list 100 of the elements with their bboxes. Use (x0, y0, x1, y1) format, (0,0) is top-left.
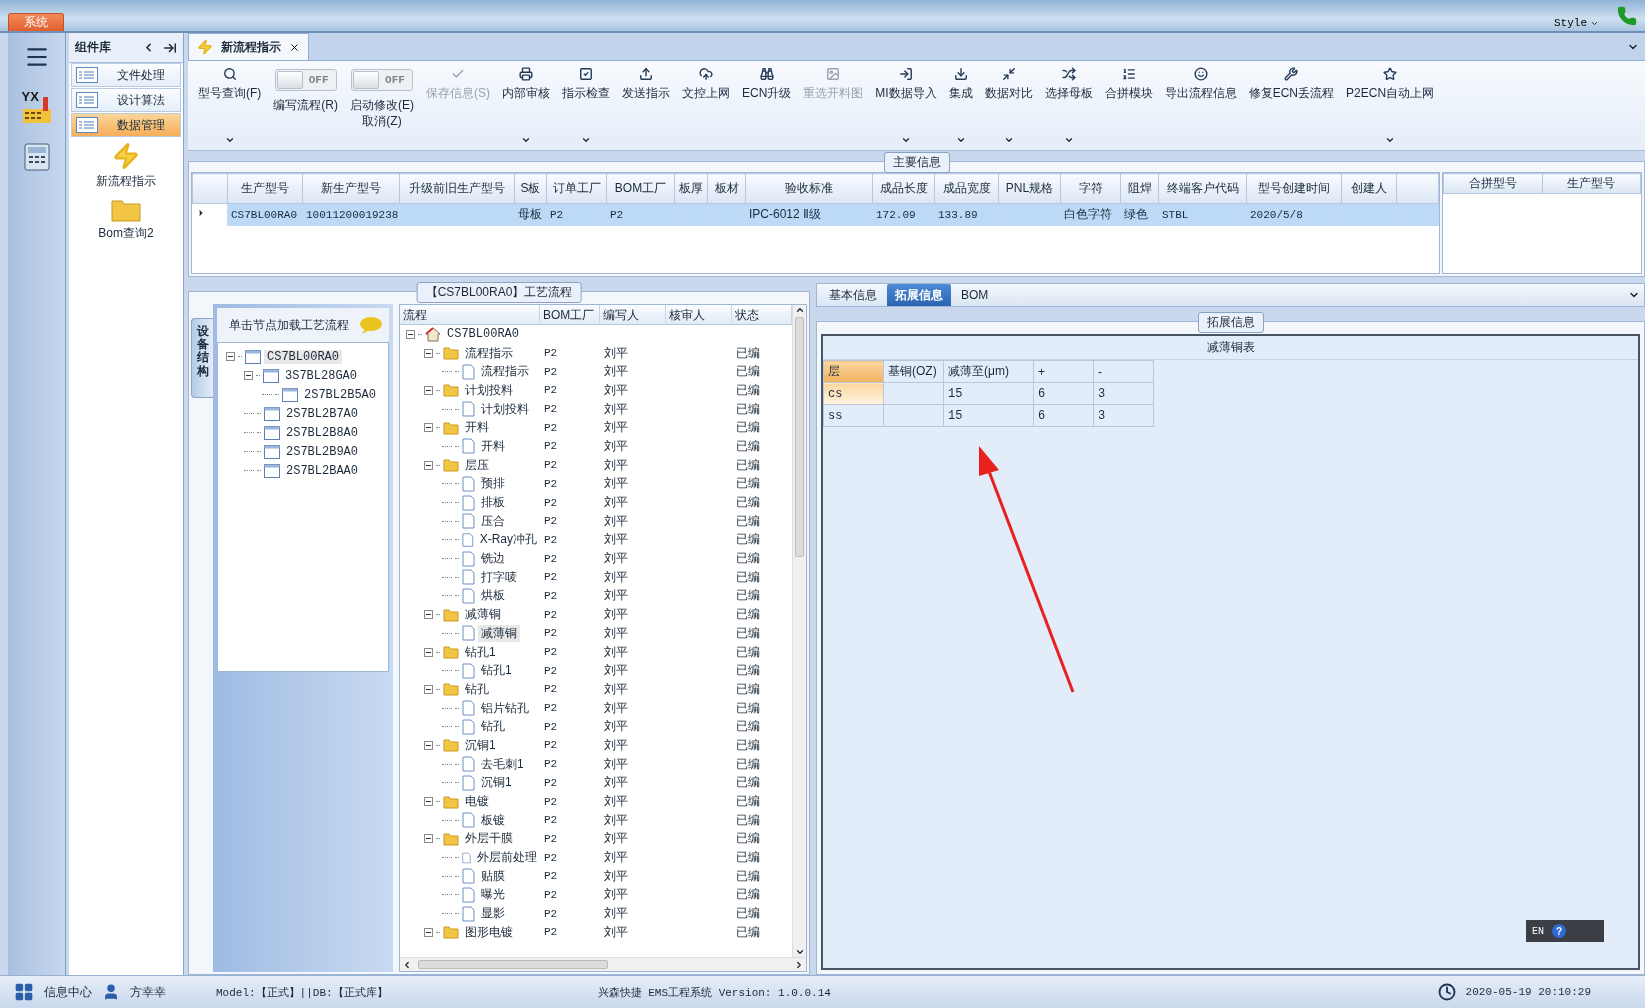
caret-icon[interactable] (1063, 135, 1074, 145)
expander-icon[interactable] (424, 797, 433, 807)
scroll-left-icon[interactable] (402, 959, 412, 970)
tab[interactable]: BOM (953, 284, 997, 306)
grid-icon[interactable] (14, 982, 34, 1002)
column-header[interactable]: - (1093, 360, 1154, 383)
caret-icon[interactable] (901, 135, 911, 145)
column-header[interactable]: S板 (514, 173, 547, 204)
caret-icon[interactable] (581, 135, 591, 145)
help-button[interactable]: ? (1552, 924, 1566, 938)
launcher-button[interactable]: 新流程指示 (69, 138, 183, 194)
tree-node[interactable]: X-Ray冲孔 (476, 531, 540, 549)
column-header[interactable]: 生产型号 (227, 173, 303, 204)
column-header[interactable]: 编写人 (600, 305, 666, 325)
column-header[interactable]: 验收标准 (745, 173, 873, 204)
tree-node[interactable]: 排板 (478, 494, 508, 512)
expander-icon[interactable] (424, 385, 433, 395)
toolbar-button[interactable]: 内部审核 (496, 63, 556, 147)
column-header[interactable]: 型号创建时间 (1246, 173, 1342, 204)
toolbar-button[interactable]: 合拼模块 (1098, 63, 1159, 147)
toolbar-button[interactable]: ECN升级 (736, 63, 798, 147)
toolbar-button[interactable]: 导出流程信息 (1158, 63, 1243, 147)
caret-icon[interactable] (224, 135, 235, 145)
tab[interactable]: 拓展信息 (887, 284, 951, 306)
tree-node[interactable]: 3S7BL28GA0 (282, 368, 360, 383)
expander-icon[interactable] (226, 352, 235, 361)
column-header[interactable]: 层 (823, 360, 884, 383)
tree-node[interactable]: 打字唛 (478, 568, 520, 586)
column-header[interactable]: + (1033, 360, 1094, 383)
scroll-down-icon[interactable] (794, 947, 805, 957)
expander-icon[interactable] (424, 348, 433, 358)
toolbar-button[interactable]: 指示检查 (556, 63, 616, 147)
tree-node[interactable]: 开料 (478, 437, 508, 455)
caret-icon[interactable] (521, 135, 531, 145)
tree-node[interactable]: 开料 (462, 419, 492, 437)
tree-node[interactable]: 贴膜 (478, 867, 508, 885)
tree-node[interactable]: CS7BL00RA0 (264, 349, 342, 364)
column-header[interactable]: 生产型号 (1542, 173, 1641, 194)
sidebar-item[interactable]: 设计算法 (71, 88, 181, 112)
tree-node[interactable]: 2S7BL2B5A0 (301, 387, 379, 402)
tab[interactable]: 基本信息 (821, 284, 885, 306)
column-header[interactable]: 升级前旧生产型号 (399, 173, 515, 204)
column-header[interactable]: 流程 (400, 305, 540, 325)
tree-node[interactable]: 铝片钻孔 (478, 699, 532, 717)
tree-node[interactable]: 2S7BL2B9A0 (283, 444, 361, 459)
column-header[interactable]: 字符 (1060, 173, 1121, 204)
toolbar-button[interactable]: 数据对比 (978, 63, 1039, 147)
toolbar-button[interactable]: 修复ECN丢流程 (1242, 63, 1341, 147)
expander-icon[interactable] (244, 371, 253, 380)
vertical-tab[interactable]: 设备结构 (191, 318, 213, 398)
scroll-up-icon[interactable] (794, 305, 805, 315)
toolbar-button[interactable]: MI数据导入 (869, 63, 943, 147)
scroll-right-icon[interactable] (794, 959, 804, 970)
expander-icon[interactable] (406, 329, 415, 339)
tree-node[interactable]: 外层干膜 (462, 830, 516, 848)
tree-node[interactable]: 钻孔 (478, 718, 508, 736)
factory-logo-button[interactable]: YX (11, 87, 62, 127)
toolbar-button[interactable]: 型号查询(F) (192, 63, 268, 147)
tree-node[interactable]: 2S7BL2B8A0 (283, 425, 361, 440)
toolbar-button[interactable]: 发送指示 (616, 63, 676, 147)
column-header[interactable]: 板材 (707, 173, 746, 204)
scrollbar[interactable] (400, 957, 806, 971)
tree-node[interactable]: 沉铜1 (478, 774, 515, 792)
caret-icon[interactable] (1385, 135, 1396, 145)
sidebar-item[interactable]: 数据管理 (71, 113, 181, 137)
language-bar[interactable]: EN ? (1526, 920, 1604, 942)
close-icon[interactable] (289, 41, 300, 53)
column-header[interactable]: 成品宽度 (934, 173, 999, 204)
expander-icon[interactable] (424, 684, 433, 694)
status-text[interactable]: 信息中心 (44, 983, 92, 1001)
expander-icon[interactable] (424, 834, 433, 844)
column-header[interactable]: 订单工厂 (546, 173, 607, 204)
tree-node[interactable]: 烘板 (478, 587, 508, 605)
column-header[interactable]: BOM工厂 (540, 305, 600, 325)
tree-node[interactable]: 曝光 (478, 886, 508, 904)
caret-icon[interactable] (955, 135, 966, 145)
toolbar-button[interactable]: 选择母板 (1038, 63, 1099, 147)
expander-icon[interactable] (424, 927, 433, 937)
tree-node[interactable]: 计划投料 (462, 381, 516, 399)
expander-icon[interactable] (424, 740, 433, 750)
tree-node[interactable]: 外层前处理 (474, 849, 540, 867)
caret-icon[interactable] (1003, 135, 1014, 145)
tree-node[interactable]: 流程指示 (478, 363, 532, 381)
tree-node[interactable]: 2S7BL2B7A0 (283, 406, 361, 421)
tree-node[interactable]: 板镀 (478, 811, 508, 829)
document-tab[interactable]: 新流程指示 (188, 33, 309, 60)
tree-node[interactable]: 2S7BL2BAA0 (283, 463, 361, 478)
tree-node[interactable]: 预排 (478, 475, 508, 493)
expander-icon[interactable] (424, 647, 433, 657)
column-header[interactable]: 减薄至(μm) (943, 360, 1034, 383)
tree-node[interactable]: 沉铜1 (462, 736, 499, 754)
toolbar-button[interactable]: P2ECN自动上网 (1340, 63, 1441, 147)
column-header[interactable]: 合拼型号 (1443, 173, 1542, 194)
toolbar-button[interactable]: 文控上网 (676, 63, 736, 147)
sidebar-item[interactable]: 文件处理 (71, 63, 181, 87)
launcher-button[interactable]: Bom查询2 (69, 194, 183, 246)
column-header[interactable]: 阻焊 (1120, 173, 1159, 204)
scrollbar[interactable] (792, 305, 806, 957)
tree-node[interactable]: 流程指示 (462, 344, 516, 362)
column-header[interactable]: 核审人 (666, 305, 732, 325)
